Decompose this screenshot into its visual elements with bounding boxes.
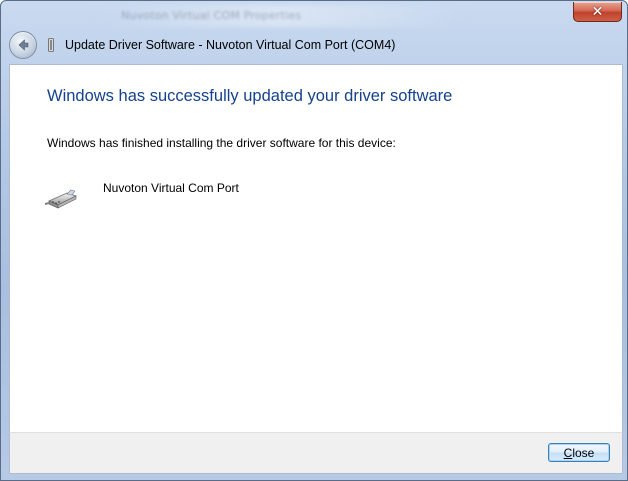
device-icon-small bbox=[48, 38, 54, 52]
status-message: Windows has finished installing the driv… bbox=[47, 136, 396, 150]
update-driver-window: Nuvoton Virtual COM Properties ✕ Update … bbox=[0, 0, 628, 481]
content-panel: Windows has successfully updated your dr… bbox=[9, 64, 623, 433]
close-button-label: Close bbox=[563, 445, 595, 460]
serial-port-icon bbox=[45, 189, 77, 209]
dialog-footer: Close bbox=[9, 432, 623, 474]
close-icon: ✕ bbox=[591, 3, 604, 20]
window-title: Update Driver Software - Nuvoton Virtual… bbox=[65, 38, 396, 52]
device-name: Nuvoton Virtual Com Port bbox=[103, 181, 239, 195]
success-heading: Windows has successfully updated your dr… bbox=[47, 87, 453, 105]
background-window-title: Nuvoton Virtual COM Properties bbox=[121, 9, 302, 22]
header-bar: Update Driver Software - Nuvoton Virtual… bbox=[1, 27, 627, 64]
close-button[interactable]: Close bbox=[548, 443, 610, 462]
back-button[interactable] bbox=[9, 31, 37, 59]
device-row: Nuvoton Virtual Com Port bbox=[45, 177, 445, 217]
back-arrow-icon bbox=[18, 39, 29, 51]
window-close-button[interactable]: ✕ bbox=[573, 2, 622, 22]
